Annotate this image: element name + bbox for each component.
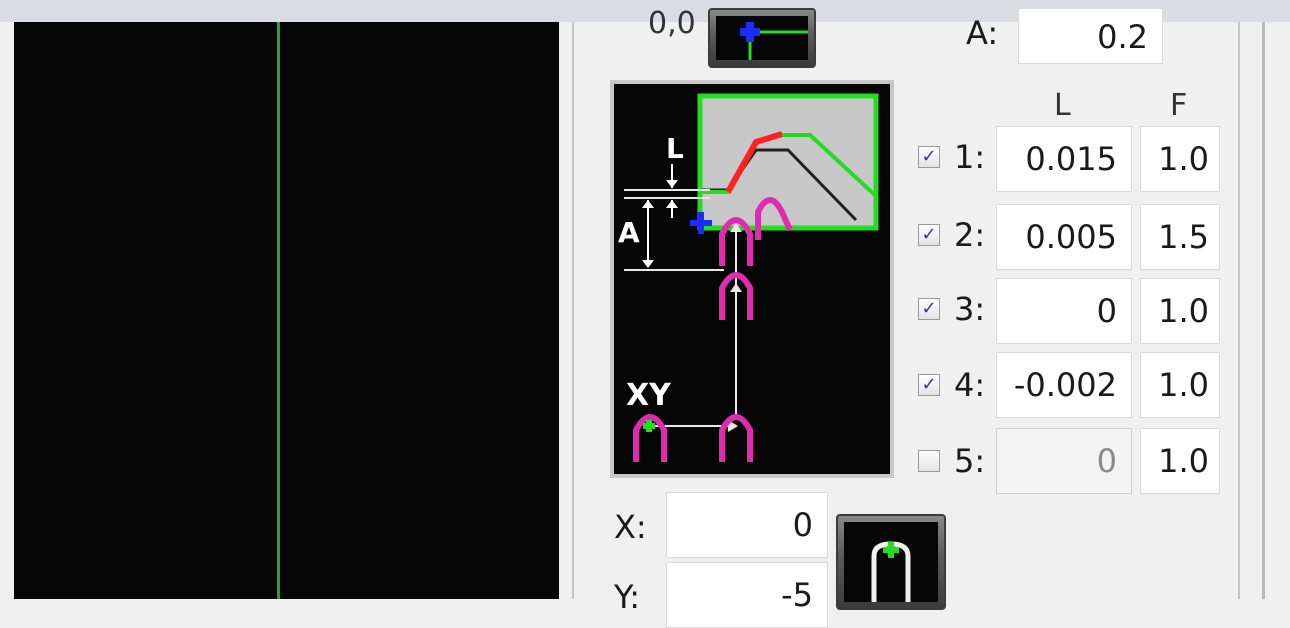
set-zero-icon (716, 16, 808, 60)
pass-f-input[interactable]: 1.0 (1140, 352, 1220, 418)
pass-f-input[interactable]: 1.0 (1140, 278, 1220, 344)
panel-divider (572, 22, 574, 599)
a-label: A: (966, 14, 999, 52)
pass-label: 5: (954, 442, 986, 480)
panel-border (1262, 22, 1265, 599)
axis-line (277, 22, 280, 599)
pass-label: 3: (954, 290, 986, 328)
x-label: X: (614, 508, 647, 546)
col-header-L: L (1054, 88, 1071, 123)
pass-l-input[interactable]: -0.002 (996, 352, 1132, 418)
a-input[interactable]: 0.2 (1018, 8, 1163, 64)
pass-label: 2: (954, 216, 986, 254)
y-input[interactable]: -5 (666, 562, 828, 628)
pass-checkbox[interactable]: ✓ (918, 298, 940, 320)
pass-l-input: 0 (996, 428, 1132, 494)
pass-label: 4: (954, 366, 986, 404)
pass-checkbox[interactable]: ✓ (918, 374, 940, 396)
probe-button[interactable] (836, 514, 946, 610)
toolpath-viewport[interactable] (14, 22, 559, 599)
pass-f-input[interactable]: 1.5 (1140, 204, 1220, 270)
panel-divider (1238, 22, 1240, 599)
cycle-diagram: L A XY (610, 80, 894, 478)
pass-checkbox[interactable]: ✓ (918, 146, 940, 168)
y-label: Y: (614, 578, 641, 616)
pass-l-input[interactable]: 0.005 (996, 204, 1132, 270)
pass-f-input[interactable]: 1.0 (1140, 428, 1220, 494)
pass-l-input[interactable]: 0 (996, 278, 1132, 344)
diagram-label-XY: XY (626, 378, 671, 413)
pass-checkbox[interactable]: ✓ (918, 224, 940, 246)
col-header-F: F (1170, 88, 1188, 123)
tool-probe-icon (844, 522, 938, 602)
set-origin-button[interactable] (708, 8, 816, 68)
pass-checkbox[interactable] (918, 450, 940, 472)
pass-l-input[interactable]: 0.015 (996, 126, 1132, 192)
diagram-label-A: A (618, 216, 640, 249)
pass-label: 1: (954, 138, 986, 176)
x-input[interactable]: 0 (666, 492, 828, 558)
cycle-diagram-graphic (624, 93, 879, 462)
pass-f-input[interactable]: 1.0 (1140, 126, 1220, 192)
origin-label: 0,0 (648, 6, 696, 41)
diagram-label-L: L (666, 132, 684, 165)
